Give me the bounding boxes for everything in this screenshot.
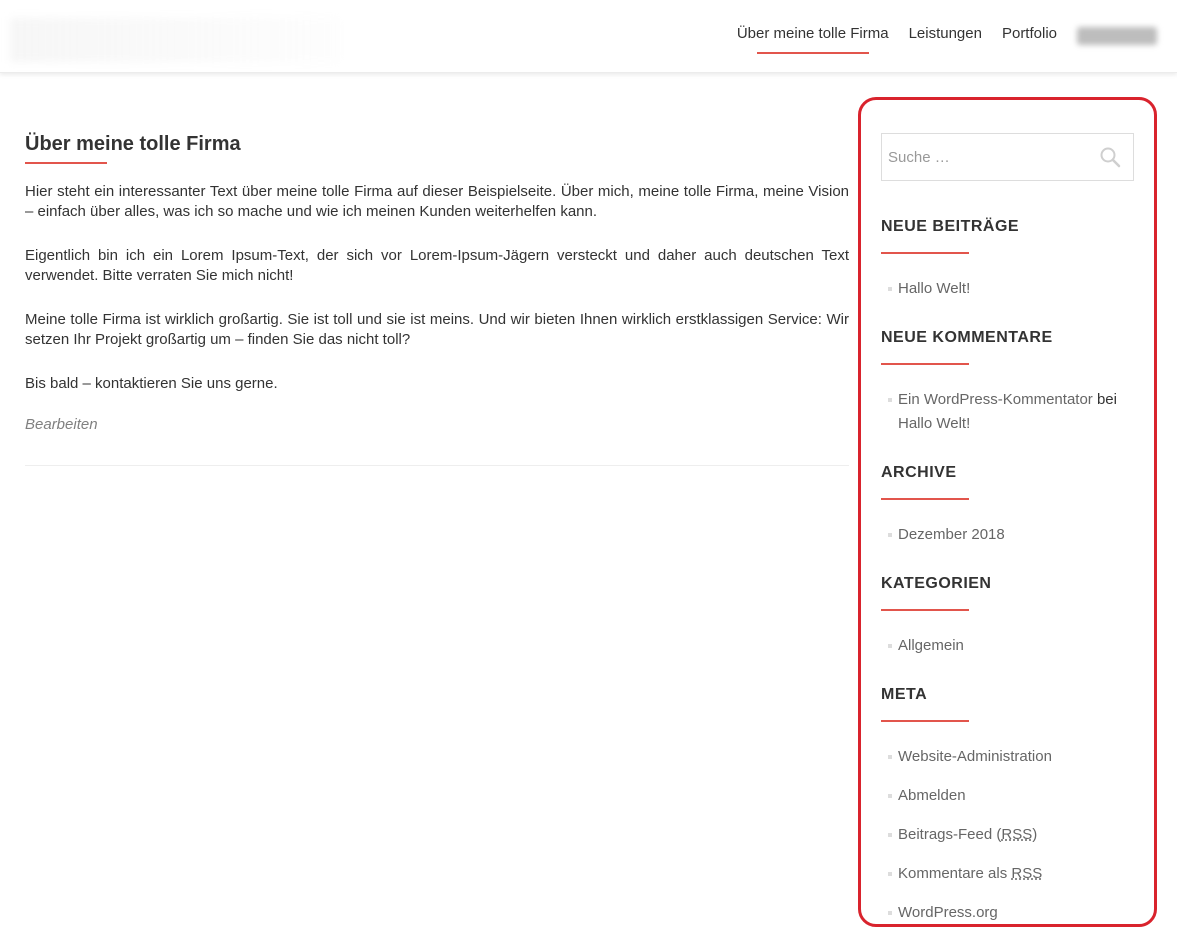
widget-title-categories: KATEGORIEN <box>881 575 992 592</box>
entries-feed-suffix: ) <box>1032 826 1038 843</box>
site-admin-link[interactable]: Website-Administration <box>898 748 1052 765</box>
widget-title-archives: ARCHIVE <box>881 464 957 481</box>
widget-underline <box>881 252 969 254</box>
nav-item-portfolio[interactable]: Portfolio <box>1002 25 1057 47</box>
paragraph-2: Eigentlich bin ich ein Lorem Ipsum-Text,… <box>25 247 849 284</box>
list-item: Hallo Welt! <box>881 277 1136 301</box>
site-logo-blurred[interactable] <box>10 18 340 62</box>
page-title: Über meine tolle Firma <box>25 133 241 155</box>
archive-link[interactable]: Dezember 2018 <box>898 526 1005 543</box>
title-underline <box>25 162 107 164</box>
entries-feed-prefix: Beitrags-Feed ( <box>898 826 1002 843</box>
comments-feed-prefix: Kommentare als <box>898 865 1012 882</box>
recent-posts-list: Hallo Welt! <box>881 277 1136 316</box>
comment-author-link[interactable]: Ein WordPress-Kommentator <box>898 391 1093 408</box>
recent-comments-list: Ein WordPress-Kommentator bei Hallo Welt… <box>881 388 1136 451</box>
rss-abbr: RSS <box>1011 865 1043 882</box>
main-content: Über meine tolle Firma Hier steht ein in… <box>25 128 849 466</box>
list-item: Abmelden <box>881 784 1136 808</box>
site-header: Über meine tolle Firma Leistungen Portfo… <box>0 0 1177 73</box>
nav-item-services[interactable]: Leistungen <box>909 25 982 47</box>
list-item: Ein WordPress-Kommentator bei Hallo Welt… <box>881 388 1136 436</box>
list-item: Allgemein <box>881 634 1136 658</box>
nav-item-about[interactable]: Über meine tolle Firma <box>737 25 889 54</box>
comments-feed-link[interactable]: Kommentare als RSS <box>898 865 1042 882</box>
category-link[interactable]: Allgemein <box>898 637 964 654</box>
main-nav: Über meine tolle Firma Leistungen Portfo… <box>737 25 1157 54</box>
rss-abbr: RSS <box>1001 826 1033 843</box>
meta-list: Website-Administration Abmelden Beitrags… <box>881 745 1136 924</box>
comment-post-link[interactable]: Hallo Welt! <box>898 415 970 432</box>
paragraph-3: Meine tolle Firma ist wirklich großartig… <box>25 311 849 348</box>
wordpress-org-link[interactable]: WordPress.org <box>898 904 998 921</box>
list-item: Dezember 2018 <box>881 523 1136 547</box>
search-form <box>881 133 1134 181</box>
paragraph-4: Bis bald – kontaktieren Sie uns gerne. <box>25 375 278 392</box>
post-link[interactable]: Hallo Welt! <box>898 280 970 297</box>
paragraph-1: Hier steht ein interessanter Text über m… <box>25 183 849 220</box>
list-item: Beitrags-Feed (RSS) <box>881 823 1136 847</box>
sidebar-highlighted: NEUE BEITRÄGE Hallo Welt! NEUE KOMMENTAR… <box>858 97 1157 927</box>
nav-item-blurred[interactable] <box>1077 27 1157 45</box>
list-item: WordPress.org <box>881 901 1136 924</box>
widget-underline <box>881 498 969 500</box>
search-input[interactable] <box>882 134 1104 180</box>
content-divider <box>25 465 849 466</box>
logout-link[interactable]: Abmelden <box>898 787 966 804</box>
list-item: Kommentare als RSS <box>881 862 1136 886</box>
archives-list: Dezember 2018 <box>881 523 1136 562</box>
widget-title-recent-comments: NEUE KOMMENTARE <box>881 329 1053 346</box>
widget-underline <box>881 363 969 365</box>
edit-link[interactable]: Bearbeiten <box>25 416 98 433</box>
widget-underline <box>881 720 969 722</box>
categories-list: Allgemein <box>881 634 1136 673</box>
comment-connector: bei <box>1092 391 1117 408</box>
widget-underline <box>881 609 969 611</box>
search-icon[interactable] <box>1099 146 1121 168</box>
list-item: Website-Administration <box>881 745 1136 769</box>
widget-title-meta: META <box>881 686 928 703</box>
entries-feed-link[interactable]: Beitrags-Feed (RSS) <box>898 826 1037 843</box>
widget-title-recent-posts: NEUE BEITRÄGE <box>881 218 1020 235</box>
